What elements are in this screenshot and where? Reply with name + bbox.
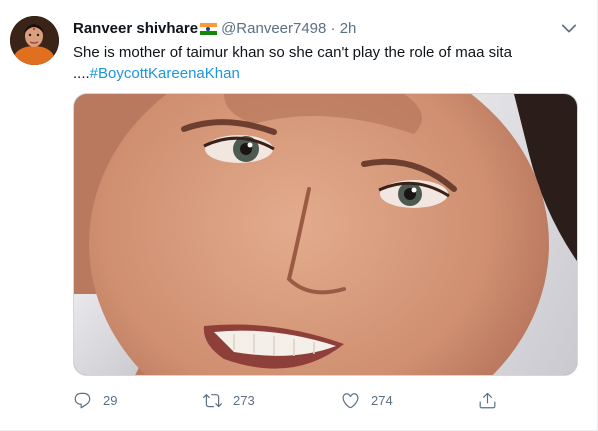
reply-count: 29 bbox=[103, 392, 118, 408]
reply-button[interactable]: 29 bbox=[73, 388, 117, 412]
retweet-button[interactable]: 273 bbox=[203, 388, 255, 412]
reply-icon bbox=[74, 392, 91, 408]
tweet-header: Ranveer shivhare @Ranveer7498 · 2h bbox=[73, 19, 356, 39]
author-name[interactable]: Ranveer shivhare bbox=[73, 19, 198, 39]
like-icon bbox=[342, 392, 359, 408]
avatar-image bbox=[10, 16, 59, 65]
tweet-text-main: She is mother of taimur khan so she can'… bbox=[73, 44, 512, 61]
caret-down-icon[interactable] bbox=[559, 18, 579, 38]
share-button[interactable] bbox=[478, 388, 508, 412]
handle-and-time[interactable]: @Ranveer7498 · 2h bbox=[221, 19, 356, 39]
tweet-card[interactable]: Ranveer shivhare @Ranveer7498 · 2h She i… bbox=[0, 0, 598, 431]
avatar[interactable] bbox=[10, 16, 59, 65]
like-button[interactable]: 274 bbox=[341, 388, 393, 412]
tweet-text-prefix: .... bbox=[73, 65, 90, 82]
retweet-count: 273 bbox=[233, 392, 255, 408]
tweet-photo[interactable] bbox=[73, 93, 578, 376]
retweet-icon bbox=[203, 393, 222, 407]
face-photo-image bbox=[74, 94, 577, 375]
share-icon bbox=[479, 392, 496, 408]
hashtag-link[interactable]: #BoycottKareenaKhan bbox=[90, 65, 240, 82]
like-count: 274 bbox=[371, 392, 393, 408]
tweet-actions: 29 273 274 bbox=[73, 388, 503, 412]
india-flag-icon bbox=[200, 23, 218, 35]
tweet-text: She is mother of taimur khan so she can'… bbox=[73, 42, 573, 84]
